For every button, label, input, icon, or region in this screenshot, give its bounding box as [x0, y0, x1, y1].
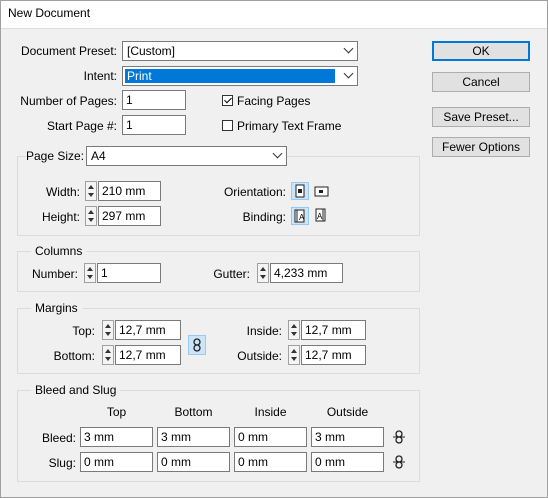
- bleed-top-field[interactable]: 3 mm: [80, 427, 153, 447]
- gutter-label: Gutter:: [213, 267, 250, 281]
- columns-number-spinner[interactable]: [84, 263, 96, 283]
- margin-bottom-field[interactable]: 12,7 mm: [115, 345, 181, 365]
- svg-text:A: A: [317, 212, 323, 221]
- margin-bottom-label: Bottom:: [53, 349, 95, 363]
- intent-value: Print: [125, 69, 335, 83]
- intent-label: Intent:: [83, 69, 117, 83]
- bleed-header-top: Top: [106, 405, 127, 419]
- number-of-pages-field[interactable]: 1: [122, 90, 186, 110]
- right-binding-icon[interactable]: A: [313, 207, 331, 225]
- ok-button[interactable]: OK: [432, 41, 530, 61]
- document-preset-value: [Custom]: [127, 44, 176, 58]
- height-label: Height:: [41, 210, 80, 224]
- slug-label: Slug:: [48, 456, 76, 470]
- slug-outside-field[interactable]: 0 mm: [311, 452, 384, 472]
- gutter-spinner[interactable]: [257, 263, 269, 283]
- bleed-chain-link-icon[interactable]: [391, 428, 407, 446]
- margin-top-field[interactable]: 12,7 mm: [115, 320, 181, 340]
- margin-top-spinner[interactable]: [102, 320, 114, 340]
- document-preset-label: Document Preset:: [20, 44, 117, 58]
- margin-outside-field[interactable]: 12,7 mm: [301, 345, 366, 365]
- facing-pages-label: Facing Pages: [237, 94, 311, 108]
- margins-title: Margins: [31, 301, 82, 315]
- orientation-label: Orientation:: [223, 185, 286, 199]
- gutter-field[interactable]: 4,233 mm: [270, 263, 343, 283]
- margin-inside-label: Inside:: [246, 324, 282, 338]
- bleed-slug-title: Bleed and Slug: [31, 383, 121, 397]
- number-of-pages-label: Number of Pages:: [20, 94, 117, 108]
- cancel-button[interactable]: Cancel: [432, 72, 530, 92]
- chevron-down-icon: [343, 68, 354, 79]
- title-bar: New Document: [0, 0, 548, 29]
- facing-pages-checkbox[interactable]: [222, 95, 233, 106]
- margin-bottom-spinner[interactable]: [102, 345, 114, 365]
- chevron-down-icon: [343, 43, 354, 54]
- page-size-dropdown[interactable]: A4: [86, 146, 287, 166]
- bleed-header-inside: Inside: [254, 405, 287, 419]
- bleed-bottom-field[interactable]: 3 mm: [157, 427, 230, 447]
- page-size-value: A4: [91, 149, 106, 163]
- slug-bottom-field[interactable]: 0 mm: [157, 452, 230, 472]
- slug-top-field[interactable]: 0 mm: [80, 452, 153, 472]
- height-spinner[interactable]: [85, 206, 97, 226]
- save-preset-button[interactable]: Save Preset...: [432, 107, 530, 127]
- bleed-outside-field[interactable]: 3 mm: [311, 427, 384, 447]
- width-field[interactable]: 210 mm: [98, 181, 161, 201]
- columns-title: Columns: [31, 244, 87, 258]
- margin-outside-spinner[interactable]: [288, 345, 300, 365]
- left-binding-icon[interactable]: A: [291, 207, 309, 225]
- primary-text-frame-checkbox[interactable]: [222, 120, 233, 131]
- intent-dropdown[interactable]: Print: [122, 66, 358, 86]
- primary-text-frame-label: Primary Text Frame: [237, 119, 342, 133]
- slug-chain-link-icon[interactable]: [391, 453, 407, 471]
- portrait-orientation-icon[interactable]: [291, 182, 309, 200]
- chain-link-icon[interactable]: [188, 335, 206, 355]
- document-preset-dropdown[interactable]: [Custom]: [122, 41, 358, 61]
- svg-text:A: A: [299, 213, 305, 222]
- margin-inside-field[interactable]: 12,7 mm: [301, 320, 366, 340]
- binding-label: Binding:: [242, 210, 286, 224]
- columns-number-field[interactable]: 1: [97, 263, 161, 283]
- bleed-header-bottom: Bottom: [174, 405, 213, 419]
- height-field[interactable]: 297 mm: [98, 206, 161, 226]
- start-page-field[interactable]: 1: [122, 115, 186, 135]
- chevron-down-icon: [272, 148, 283, 159]
- bleed-header-outside: Outside: [326, 405, 369, 419]
- window-title: New Document: [8, 6, 91, 20]
- bleed-inside-field[interactable]: 0 mm: [234, 427, 307, 447]
- slug-inside-field[interactable]: 0 mm: [234, 452, 307, 472]
- landscape-orientation-icon[interactable]: [313, 182, 331, 200]
- page-size-label: Page Size:: [26, 148, 88, 164]
- columns-number-label: Number:: [31, 267, 78, 281]
- bleed-label: Bleed:: [41, 431, 76, 445]
- margin-outside-label: Outside:: [237, 349, 282, 363]
- fewer-options-button[interactable]: Fewer Options: [432, 137, 530, 157]
- start-page-label: Start Page #:: [46, 119, 117, 133]
- margin-top-label: Top:: [72, 324, 95, 338]
- width-spinner[interactable]: [85, 181, 97, 201]
- width-label: Width:: [45, 185, 80, 199]
- margin-inside-spinner[interactable]: [288, 320, 300, 340]
